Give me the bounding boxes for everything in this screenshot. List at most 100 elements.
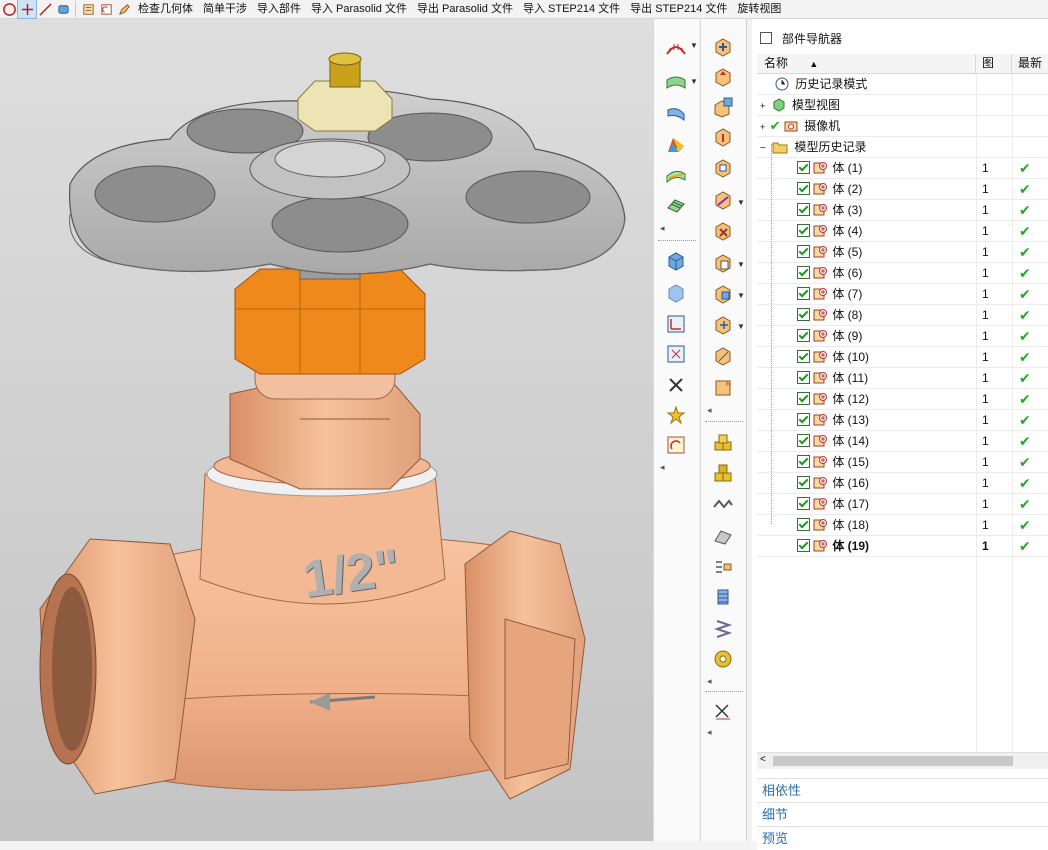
body-row[interactable]: 体 (3) 1 ✔ — [757, 200, 1048, 221]
visibility-checkbox[interactable] — [797, 287, 810, 300]
color-map-icon[interactable] — [664, 133, 688, 157]
details-panel[interactable]: 细节 — [757, 802, 1048, 826]
import-part-button[interactable]: 导入部件 — [252, 0, 306, 18]
shaded-view-icon[interactable] — [664, 249, 688, 273]
reference-set-icon[interactable]: R — [711, 376, 735, 400]
dropdown-arrow-icon[interactable]: ▼ — [737, 198, 745, 207]
body-row[interactable]: 体 (5) 1 ✔ — [757, 242, 1048, 263]
visibility-checkbox[interactable] — [797, 518, 810, 531]
body-row[interactable]: 体 (12) 1 ✔ — [757, 389, 1048, 410]
sheet-metal-icon[interactable] — [711, 524, 735, 548]
body-row[interactable]: 体 (9) 1 ✔ — [757, 326, 1048, 347]
collapse-minus-icon[interactable]: − — [760, 143, 766, 154]
crosshair-plus-icon[interactable] — [17, 0, 37, 19]
shaded-edges-icon[interactable] — [664, 281, 688, 305]
visibility-checkbox[interactable] — [797, 497, 810, 510]
mirror-component-icon[interactable] — [711, 188, 735, 212]
body-row[interactable]: 体 (14) 1 ✔ — [757, 431, 1048, 452]
simple-interference-button[interactable]: 简单干涉 — [198, 0, 252, 18]
dropdown-arrow-icon[interactable]: ▼ — [737, 322, 745, 331]
dependencies-panel[interactable]: 相依性 — [757, 778, 1048, 802]
edit-icon[interactable] — [115, 0, 133, 18]
component-lift-icon[interactable] — [711, 125, 735, 149]
expand-plus-icon[interactable]: + — [760, 122, 765, 132]
tree-node-history-mode[interactable]: 历史记录模式 — [757, 74, 1048, 95]
visibility-checkbox[interactable] — [797, 434, 810, 447]
component-replace-icon[interactable] — [711, 282, 735, 306]
tree-node-camera[interactable]: + ✔ 摄像机 — [757, 116, 1048, 137]
body-row[interactable]: 体 (8) 1 ✔ — [757, 305, 1048, 326]
measure-history-icon[interactable] — [664, 433, 688, 457]
visibility-checkbox[interactable] — [797, 266, 810, 279]
body-row[interactable]: 体 (16) 1 ✔ — [757, 473, 1048, 494]
body-row[interactable]: 体 (13) 1 ✔ — [757, 410, 1048, 431]
surface-analysis-icon[interactable] — [664, 35, 688, 59]
reflection-icon[interactable] — [664, 163, 688, 187]
visibility-checkbox[interactable] — [797, 476, 810, 489]
eraser-icon[interactable] — [54, 0, 72, 18]
visibility-checkbox[interactable] — [797, 350, 810, 363]
visibility-checkbox[interactable] — [797, 308, 810, 321]
constraint-icon[interactable] — [711, 313, 735, 337]
layer-icon[interactable] — [79, 0, 97, 18]
measure-clearance-icon[interactable] — [711, 344, 735, 368]
visibility-checkbox[interactable] — [797, 455, 810, 468]
dropdown-arrow-icon[interactable]: ▼ — [737, 291, 745, 300]
body-row[interactable]: 体 (18) 1 ✔ — [757, 515, 1048, 536]
scroll-left-icon[interactable]: < — [760, 754, 766, 765]
curve-icon[interactable] — [664, 103, 688, 127]
visibility-checkbox[interactable] — [797, 392, 810, 405]
body-row[interactable]: 体 (19) 1 ✔ — [757, 536, 1048, 557]
body-row[interactable]: 体 (15) 1 ✔ — [757, 452, 1048, 473]
more-tools-icon[interactable]: ◂ — [707, 676, 712, 687]
more-tools-icon[interactable]: ◂ — [707, 405, 712, 416]
navigator-pin-icon[interactable] — [760, 32, 772, 44]
delete-component-icon[interactable] — [711, 219, 735, 243]
export-step214-button[interactable]: 导出 STEP214 文件 — [625, 0, 732, 18]
column-latest[interactable]: 最新 — [1012, 54, 1048, 73]
component-array-icon[interactable] — [711, 156, 735, 180]
history-icon[interactable] — [97, 0, 115, 18]
visibility-checkbox[interactable] — [797, 224, 810, 237]
visibility-checkbox[interactable] — [797, 182, 810, 195]
scrollbar-thumb[interactable] — [773, 756, 1013, 766]
add-component-icon[interactable] — [711, 35, 735, 59]
axis-view-icon[interactable] — [664, 312, 688, 336]
component-copy-icon[interactable] — [711, 95, 735, 119]
close-icon[interactable] — [664, 373, 688, 397]
highlight-star-icon[interactable] — [664, 403, 688, 427]
bearing-icon[interactable] — [711, 647, 735, 671]
graphics-viewport[interactable]: 1/2" — [0, 19, 653, 841]
preview-panel[interactable]: 预览 — [757, 826, 1048, 850]
column-pic[interactable]: 图 — [976, 54, 1012, 73]
body-row[interactable]: 体 (4) 1 ✔ — [757, 221, 1048, 242]
more-tools-icon[interactable]: ◂ — [660, 462, 665, 473]
surface-sheet-icon[interactable] — [664, 71, 688, 95]
spring-icon[interactable] — [711, 616, 735, 640]
exploded-view-icon[interactable] — [711, 555, 735, 579]
horizontal-scrollbar[interactable]: < — [757, 752, 1048, 769]
import-step214-button[interactable]: 导入 STEP214 文件 — [518, 0, 625, 18]
more-tools-icon[interactable]: ◂ — [707, 727, 712, 738]
component-move-icon[interactable] — [711, 65, 735, 89]
body-row[interactable]: 体 (6) 1 ✔ — [757, 263, 1048, 284]
body-row[interactable]: 体 (11) 1 ✔ — [757, 368, 1048, 389]
wave-link-icon[interactable] — [711, 492, 735, 516]
line-tool-icon[interactable] — [36, 0, 54, 18]
visibility-checkbox[interactable] — [797, 203, 810, 216]
cylinder-icon[interactable] — [711, 585, 735, 609]
visibility-checkbox[interactable] — [797, 371, 810, 384]
mesh-surface-icon[interactable] — [664, 193, 688, 217]
import-parasolid-button[interactable]: 导入 Parasolid 文件 — [306, 0, 412, 18]
body-row[interactable]: 体 (10) 1 ✔ — [757, 347, 1048, 368]
dropdown-arrow-icon[interactable]: ▼ — [690, 77, 698, 86]
remove-constraint-icon[interactable] — [711, 699, 735, 723]
visibility-checkbox[interactable] — [797, 329, 810, 342]
expand-plus-icon[interactable]: + — [760, 101, 765, 111]
visibility-checkbox[interactable] — [797, 539, 810, 552]
fit-view-icon[interactable] — [664, 342, 688, 366]
more-tools-icon[interactable]: ◂ — [660, 223, 665, 234]
body-row[interactable]: 体 (7) 1 ✔ — [757, 284, 1048, 305]
column-name[interactable]: 名称 ▲ — [757, 54, 976, 73]
body-row[interactable]: 体 (2) 1 ✔ — [757, 179, 1048, 200]
